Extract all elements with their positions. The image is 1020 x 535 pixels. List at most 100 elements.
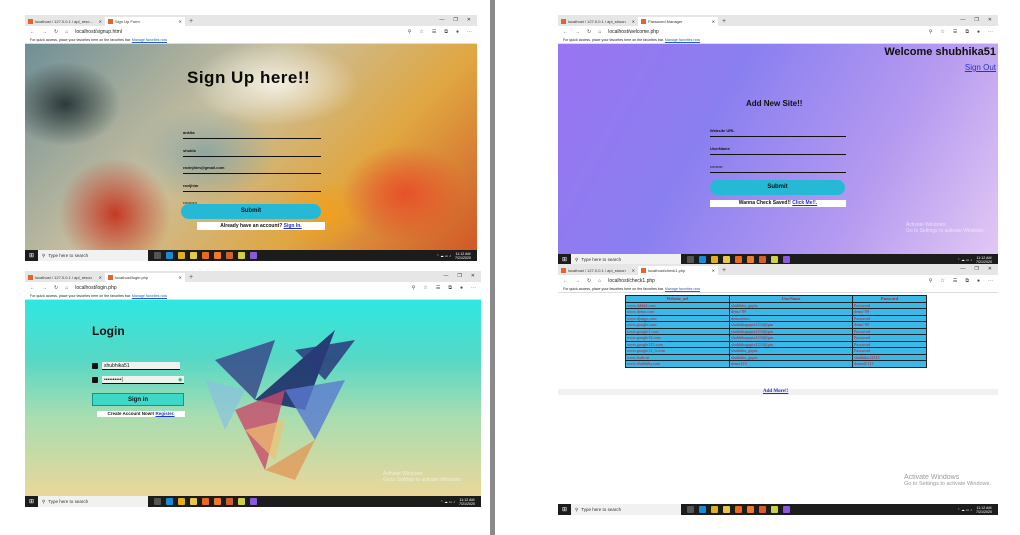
more-icon[interactable]: ⋯: [988, 29, 993, 35]
close-tab-icon[interactable]: ✕: [179, 17, 182, 26]
back-icon[interactable]: ←: [30, 29, 35, 35]
maximize-icon[interactable]: ❐: [453, 15, 457, 26]
favorites-icon[interactable]: ☰: [953, 29, 957, 35]
url-field[interactable]: localhost/welcome.php: [608, 29, 922, 35]
close-tab-icon[interactable]: ✕: [99, 273, 102, 282]
explorer-icon[interactable]: [190, 252, 197, 259]
firefox-icon[interactable]: [202, 498, 209, 505]
xampp-icon[interactable]: [747, 506, 754, 513]
favorite-star-icon[interactable]: ☆: [423, 285, 427, 291]
favorite-star-icon[interactable]: ☆: [940, 29, 944, 35]
taskview-icon[interactable]: [154, 252, 161, 259]
back-icon[interactable]: ←: [30, 285, 35, 291]
last-name-field[interactable]: shukla: [183, 145, 321, 157]
manage-favorites-link[interactable]: Manage favorites now: [132, 38, 167, 42]
manage-favorites-link[interactable]: Manage favorites now: [132, 294, 167, 298]
submit-button[interactable]: Submit: [710, 180, 845, 195]
app-icon[interactable]: [226, 252, 233, 259]
tab-phpmyadmin[interactable]: localhost / 127.0.0.1 / api_reso... ✕: [25, 17, 105, 26]
windows-start-icon[interactable]: ⊞: [558, 256, 571, 263]
tray-icons[interactable]: ⌃ ☁ ▭ ♪: [957, 508, 972, 512]
windows-start-icon[interactable]: ⊞: [558, 506, 571, 513]
sign-out-link[interactable]: Sign Out: [965, 63, 996, 72]
tab-login[interactable]: localhost/login.php ✕: [105, 273, 185, 282]
new-tab-button[interactable]: +: [185, 273, 197, 282]
new-tab-button[interactable]: +: [718, 266, 730, 275]
teams-icon[interactable]: [250, 252, 257, 259]
home-icon[interactable]: ⌂: [65, 285, 68, 291]
more-icon[interactable]: ⋯: [467, 29, 472, 35]
chrome-icon[interactable]: [711, 506, 718, 513]
edge-icon[interactable]: [699, 256, 706, 263]
url-field[interactable]: localhost/check1.php: [608, 278, 922, 284]
username-input[interactable]: shubhika51: [102, 362, 180, 370]
forward-icon[interactable]: →: [575, 29, 580, 35]
clock[interactable]: 11:12 AM 7/21/2020: [455, 252, 471, 260]
url-field[interactable]: localhost/login.php: [75, 285, 405, 291]
explorer-icon[interactable]: [723, 256, 730, 263]
profile-icon[interactable]: ●: [977, 278, 980, 284]
collections-icon[interactable]: ⧉: [444, 29, 448, 35]
website-url-field[interactable]: Website URL: [710, 126, 846, 137]
collections-icon[interactable]: ⧉: [965, 29, 969, 35]
edge-icon[interactable]: [166, 498, 173, 505]
maximize-icon[interactable]: ❐: [974, 15, 978, 26]
notepad-icon[interactable]: [238, 252, 245, 259]
tab-phpmyadmin[interactable]: localhost / 127.0.0.1 / api_shoon ✕: [558, 17, 638, 26]
username-field[interactable]: UserName: [710, 144, 846, 155]
app-icon[interactable]: [759, 256, 766, 263]
windows-start-icon[interactable]: ⊞: [25, 252, 38, 259]
maximize-icon[interactable]: ❐: [457, 271, 461, 282]
zoom-icon[interactable]: ⚲: [929, 278, 933, 284]
add-more-link[interactable]: Add More!!: [763, 389, 788, 394]
taskbar-search[interactable]: ⚲ Type here to search: [38, 250, 148, 261]
collections-icon[interactable]: ⧉: [448, 285, 452, 291]
taskview-icon[interactable]: [687, 256, 694, 263]
chrome-icon[interactable]: [711, 256, 718, 263]
favorites-icon[interactable]: ☰: [436, 285, 440, 291]
new-tab-button[interactable]: +: [718, 17, 730, 26]
app-icon[interactable]: [226, 498, 233, 505]
more-icon[interactable]: ⋯: [988, 278, 993, 284]
close-window-icon[interactable]: ✕: [988, 264, 992, 275]
notepad-icon[interactable]: [771, 256, 778, 263]
teams-icon[interactable]: [783, 506, 790, 513]
notepad-icon[interactable]: [771, 506, 778, 513]
xampp-icon[interactable]: [214, 498, 221, 505]
manage-favorites-link[interactable]: Manage favorites now: [665, 287, 700, 291]
maximize-icon[interactable]: ❐: [974, 264, 978, 275]
tab-signup[interactable]: Sign Up Form ✕: [105, 17, 185, 26]
firefox-icon[interactable]: [202, 252, 209, 259]
back-icon[interactable]: ←: [563, 29, 568, 35]
tray-icons[interactable]: ⌃ ☁ ▭ ♪: [440, 500, 455, 504]
manage-favorites-link[interactable]: Manage favorites now: [665, 38, 700, 42]
close-tab-icon[interactable]: ✕: [632, 17, 635, 26]
clock[interactable]: 11:12 AM 7/21/2020: [459, 498, 475, 506]
xampp-icon[interactable]: [214, 252, 221, 259]
new-tab-button[interactable]: +: [185, 17, 197, 26]
explorer-icon[interactable]: [190, 498, 197, 505]
profile-icon[interactable]: ●: [977, 29, 980, 35]
close-tab-icon[interactable]: ✕: [632, 266, 635, 275]
tray-icons[interactable]: ⌃ ☁ ▭ ♪: [436, 254, 451, 258]
firefox-icon[interactable]: [735, 506, 742, 513]
refresh-icon[interactable]: ↻: [587, 278, 591, 284]
first-name-field[interactable]: ankita: [183, 127, 321, 139]
password-input[interactable]: ••••••••••|: [102, 376, 184, 384]
minimize-icon[interactable]: —: [960, 15, 965, 26]
back-icon[interactable]: ←: [563, 278, 568, 284]
close-window-icon[interactable]: ✕: [988, 15, 992, 26]
favorites-icon[interactable]: ☰: [953, 278, 957, 284]
close-tab-icon[interactable]: ✕: [712, 266, 715, 275]
zoom-icon[interactable]: ⚲: [408, 29, 412, 35]
edge-icon[interactable]: [699, 506, 706, 513]
edge-icon[interactable]: [166, 252, 173, 259]
taskview-icon[interactable]: [154, 498, 161, 505]
profile-icon[interactable]: ●: [460, 285, 463, 291]
submit-button[interactable]: Submit: [181, 204, 321, 219]
tray-icons[interactable]: ⌃ ☁ ▭ ♪: [957, 258, 972, 262]
app-icon[interactable]: [759, 506, 766, 513]
username-field[interactable]: ravijhim: [183, 180, 321, 192]
favorites-icon[interactable]: ☰: [432, 29, 436, 35]
signin-link[interactable]: Sign In.: [284, 223, 302, 229]
